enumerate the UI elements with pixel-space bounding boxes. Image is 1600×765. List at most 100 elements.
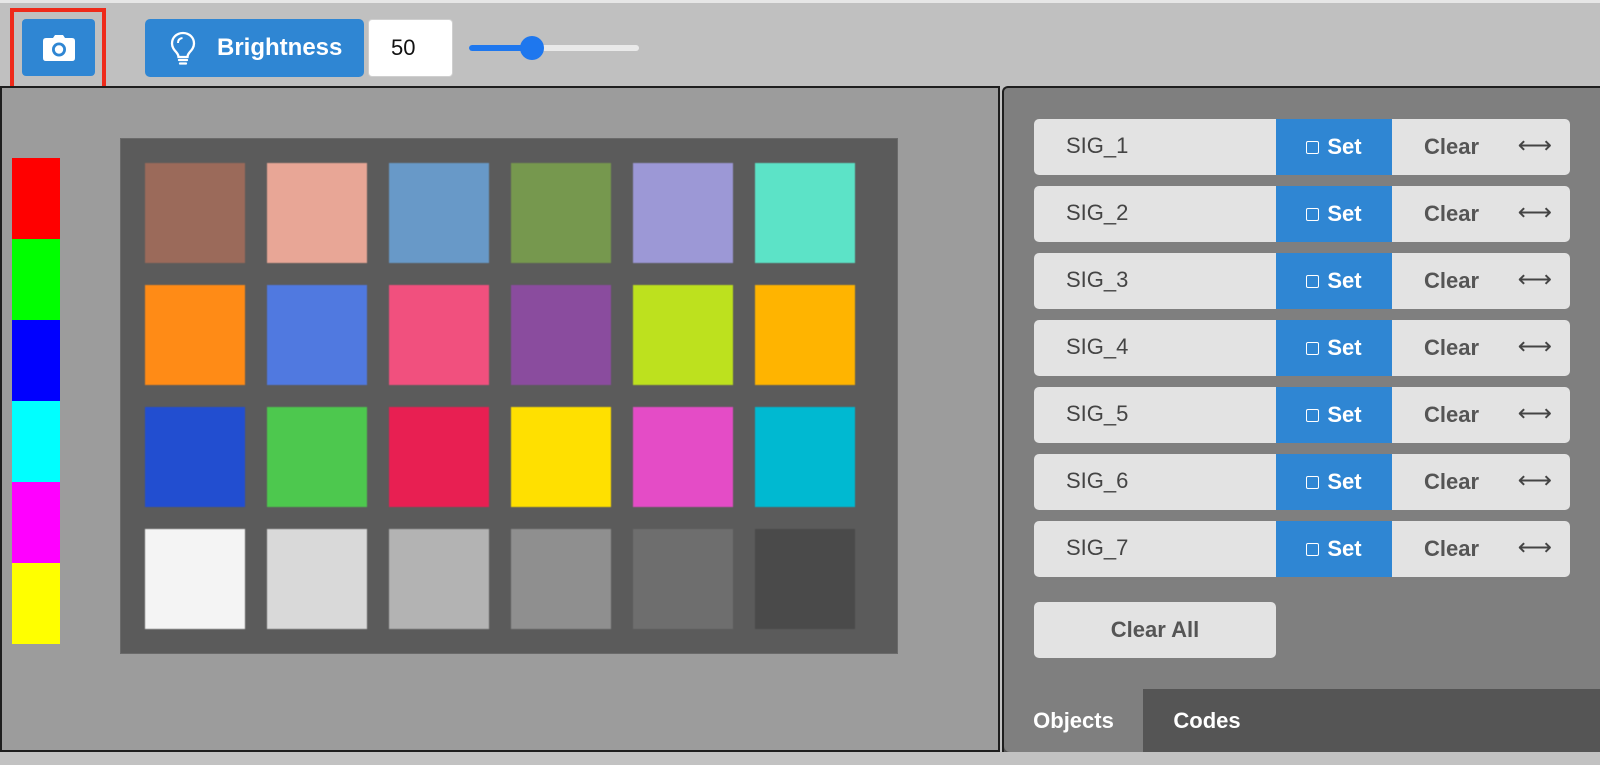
color-patch — [145, 163, 245, 263]
color-patch — [267, 407, 367, 507]
set-button[interactable]: Set — [1276, 320, 1392, 376]
checkbox-icon — [1306, 475, 1320, 489]
camera-icon — [42, 34, 75, 61]
color-patch — [389, 407, 489, 507]
swap-arrows-icon[interactable]: ⟷ — [1518, 186, 1552, 240]
checkbox-icon — [1306, 207, 1320, 221]
color-patch — [755, 163, 855, 263]
color-patch — [267, 529, 367, 629]
swap-arrows-icon[interactable]: ⟷ — [1518, 387, 1552, 441]
set-button[interactable]: Set — [1276, 186, 1392, 242]
color-strip-swatch — [12, 158, 60, 239]
clear-all-button[interactable]: Clear All — [1034, 602, 1276, 658]
set-button[interactable]: Set — [1276, 119, 1392, 175]
color-strip-swatch — [12, 563, 60, 644]
signature-row: SIG_1 Set Clear ⟷ — [1034, 119, 1570, 175]
set-label: Set — [1327, 134, 1362, 159]
checkbox-icon — [1306, 341, 1320, 355]
set-button[interactable]: Set — [1276, 253, 1392, 309]
slider-thumb[interactable] — [519, 36, 544, 60]
set-button[interactable]: Set — [1276, 387, 1392, 443]
color-patch — [633, 529, 733, 629]
clear-control: Clear ⟷ — [1392, 320, 1570, 376]
set-label: Set — [1327, 201, 1362, 226]
brightness-input[interactable] — [368, 19, 453, 77]
checkbox-icon — [1306, 274, 1320, 288]
signature-row: SIG_5 Set Clear ⟷ — [1034, 387, 1570, 443]
clear-control: Clear ⟷ — [1392, 119, 1570, 175]
clear-button[interactable]: Clear — [1424, 387, 1479, 443]
swap-arrows-icon[interactable]: ⟷ — [1518, 320, 1552, 374]
signature-name: SIG_6 — [1034, 454, 1276, 510]
swap-arrows-icon[interactable]: ⟷ — [1518, 521, 1552, 575]
signature-panel: SIG_1 Set Clear ⟷ SIG_2 Set Clear ⟷ SIG_3 Set Clea… — [1002, 86, 1600, 752]
color-patch — [389, 529, 489, 629]
set-label: Set — [1327, 335, 1362, 360]
checkbox-icon — [1306, 542, 1320, 556]
color-patch — [389, 285, 489, 385]
color-patch — [511, 529, 611, 629]
color-patch — [267, 163, 367, 263]
set-label: Set — [1327, 536, 1362, 561]
signature-row: SIG_4 Set Clear ⟷ — [1034, 320, 1570, 376]
set-button[interactable]: Set — [1276, 521, 1392, 577]
set-label: Set — [1327, 268, 1362, 293]
clear-control: Clear ⟷ — [1392, 454, 1570, 510]
color-patch — [145, 407, 245, 507]
signature-row: SIG_7 Set Clear ⟷ — [1034, 521, 1570, 577]
color-patch — [755, 407, 855, 507]
clear-button[interactable]: Clear — [1424, 119, 1479, 175]
color-patch — [145, 529, 245, 629]
clear-control: Clear ⟷ — [1392, 253, 1570, 309]
color-patch — [389, 163, 489, 263]
color-patch — [633, 163, 733, 263]
color-patch — [511, 163, 611, 263]
color-patch — [511, 285, 611, 385]
signature-name: SIG_1 — [1034, 119, 1276, 175]
tab-bar: Objects Codes — [1004, 689, 1600, 752]
set-button[interactable]: Set — [1276, 454, 1392, 510]
tab-objects[interactable]: Objects — [1004, 689, 1143, 752]
clear-control: Clear ⟷ — [1392, 387, 1570, 443]
lightbulb-icon — [165, 31, 201, 65]
color-strip-swatch — [12, 401, 60, 482]
clear-button[interactable]: Clear — [1424, 521, 1479, 577]
brightness-slider[interactable] — [469, 35, 639, 61]
clear-button[interactable]: Clear — [1424, 253, 1479, 309]
checkbox-icon — [1306, 408, 1320, 422]
brightness-label: Brightness — [217, 34, 343, 61]
color-checker-chart — [120, 138, 898, 654]
signature-name: SIG_5 — [1034, 387, 1276, 443]
signature-name: SIG_2 — [1034, 186, 1276, 242]
swap-arrows-icon[interactable]: ⟷ — [1518, 454, 1552, 508]
color-strip-swatch — [12, 482, 60, 563]
color-strip — [12, 158, 60, 644]
signature-row: SIG_2 Set Clear ⟷ — [1034, 186, 1570, 242]
camera-view — [0, 86, 1000, 752]
swap-arrows-icon[interactable]: ⟷ — [1518, 253, 1552, 307]
signature-row: SIG_6 Set Clear ⟷ — [1034, 454, 1570, 510]
set-label: Set — [1327, 402, 1362, 427]
color-patch — [267, 285, 367, 385]
clear-button[interactable]: Clear — [1424, 186, 1479, 242]
signature-name: SIG_7 — [1034, 521, 1276, 577]
signature-name: SIG_3 — [1034, 253, 1276, 309]
set-label: Set — [1327, 469, 1362, 494]
checkbox-icon — [1306, 140, 1320, 154]
signature-name: SIG_4 — [1034, 320, 1276, 376]
signature-row: SIG_3 Set Clear ⟷ — [1034, 253, 1570, 309]
color-patch — [511, 407, 611, 507]
brightness-button[interactable]: Brightness — [145, 19, 364, 77]
color-patch — [633, 407, 733, 507]
clear-control: Clear ⟷ — [1392, 521, 1570, 577]
swap-arrows-icon[interactable]: ⟷ — [1518, 119, 1552, 173]
color-patch — [755, 529, 855, 629]
clear-button[interactable]: Clear — [1424, 320, 1479, 376]
color-patch — [755, 285, 855, 385]
toolbar: Brightness — [0, 0, 1600, 90]
clear-button[interactable]: Clear — [1424, 454, 1479, 510]
color-strip-swatch — [12, 320, 60, 401]
color-patch — [145, 285, 245, 385]
tab-codes[interactable]: Codes — [1143, 689, 1271, 752]
camera-button[interactable] — [22, 19, 95, 76]
